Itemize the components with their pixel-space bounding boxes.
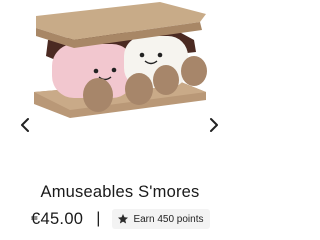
star-icon xyxy=(118,214,129,224)
points-label: Earn 450 points xyxy=(133,213,204,225)
carousel-prev-button[interactable] xyxy=(16,115,34,135)
price-row: €45.00 | Earn 450 points xyxy=(31,208,210,230)
product-price: €45.00 xyxy=(31,209,84,228)
product-image-carousel xyxy=(0,0,240,170)
chevron-left-icon xyxy=(21,118,29,132)
product-image xyxy=(34,2,207,118)
chevron-right-icon xyxy=(210,118,218,132)
carousel-next-button[interactable] xyxy=(205,115,223,135)
product-title: Amuseables S'mores xyxy=(40,183,200,201)
loyalty-points-badge: Earn 450 points xyxy=(112,209,210,229)
price-divider: | xyxy=(96,210,101,227)
